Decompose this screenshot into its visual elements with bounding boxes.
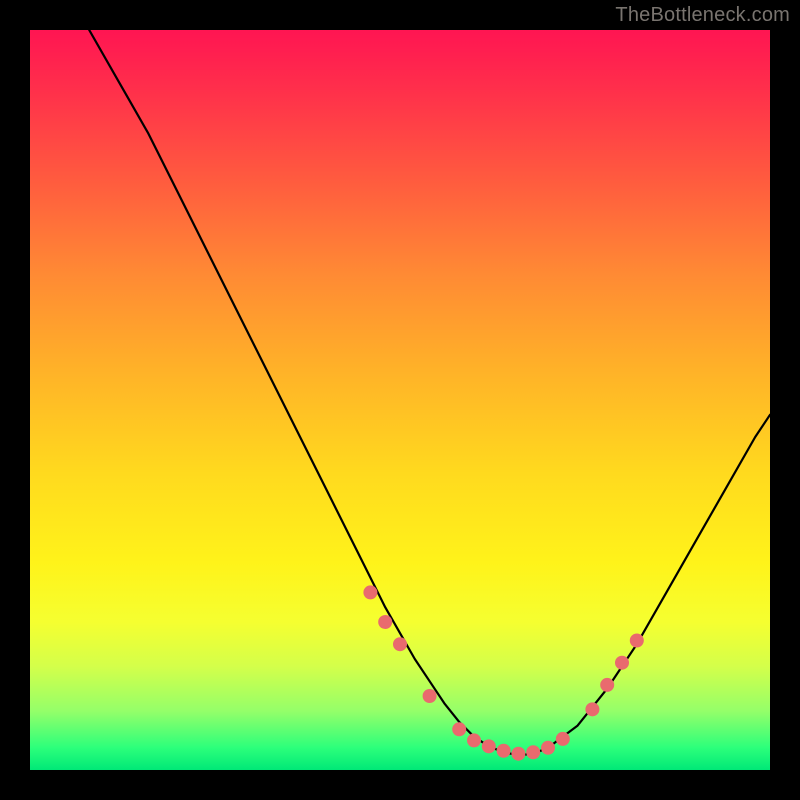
highlight-dots: [363, 585, 643, 760]
plot-area: [30, 30, 770, 770]
highlight-dot: [556, 732, 570, 746]
highlight-dot: [482, 739, 496, 753]
highlight-dot: [393, 637, 407, 651]
highlight-dot: [378, 615, 392, 629]
highlight-dot: [630, 634, 644, 648]
highlight-dot: [585, 702, 599, 716]
attribution-label: TheBottleneck.com: [615, 4, 790, 27]
highlight-dot: [497, 744, 511, 758]
highlight-dot: [363, 585, 377, 599]
highlight-dot: [541, 741, 555, 755]
highlight-dot: [452, 722, 466, 736]
chart-svg: [30, 30, 770, 770]
bottleneck-curve: [89, 30, 770, 755]
highlight-dot: [615, 656, 629, 670]
highlight-dot: [600, 678, 614, 692]
highlight-dot: [423, 689, 437, 703]
highlight-dot: [511, 747, 525, 761]
highlight-dot: [467, 733, 481, 747]
highlight-dot: [526, 745, 540, 759]
chart-container: TheBottleneck.com: [0, 0, 800, 800]
